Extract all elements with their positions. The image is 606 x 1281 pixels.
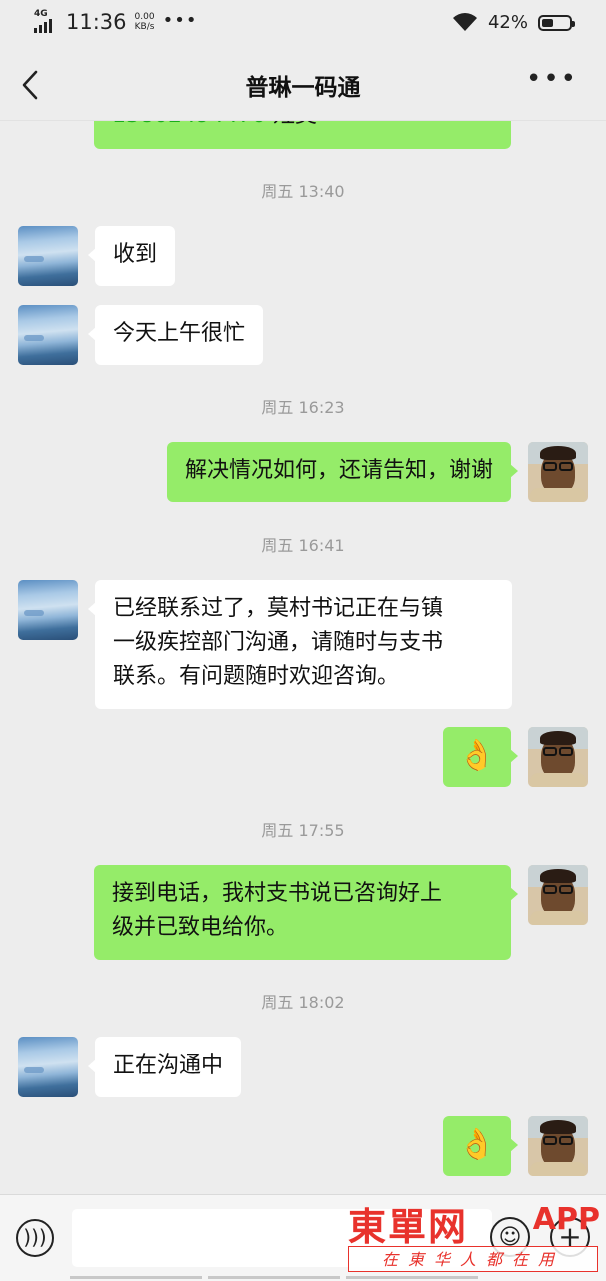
message-bubble-outgoing[interactable]: 解决情况如何，还请告知，谢谢 [166,442,519,502]
message-line: 联系。有问题随时欢迎咨询。 [113,664,400,689]
contact-avatar[interactable] [18,580,78,640]
timestamp: 周五 16:41 [261,536,345,555]
message-bubble-outgoing[interactable]: 接到电话，我村支书说已咨询好上 级并已致电给你。 [94,865,518,960]
more-options-icon[interactable]: ••• [526,64,578,94]
network-speed: 0.00 KB/s [134,12,155,32]
chat-area[interactable]: 13802494470 姓莫 周五 13:40 收到 今天上午很忙 周五 16:… [0,121,606,1194]
message-line: 级并已致电给你。 [112,915,289,940]
watermark-logo: 東單网 [348,1205,469,1249]
timestamp: 周五 18:02 [261,993,345,1012]
watermark-slogan: 在東华人都在用 [348,1246,598,1272]
chat-header: 普琳一码通 ••• [0,48,606,121]
battery-percent: 42% [487,12,528,33]
contact-avatar[interactable] [18,226,78,286]
network-type: 4G [34,9,48,19]
message-bubble-incoming[interactable]: 已经联系过了，莫村书记正在与镇 一级疾控部门沟通，请随时与支书 联系。有问题随时… [88,580,512,709]
chat-title: 普琳一码通 [245,75,361,101]
ok-hand-emoji-message[interactable]: 👌 [443,1116,518,1176]
message-line: 已经联系过了，莫村书记正在与镇 [113,596,444,621]
timestamp: 周五 17:55 [261,821,345,840]
message-line: 一级疾控部门沟通，请随时与支书 [113,630,444,655]
status-bar: 4G 11:36 0.00 KB/s ••• 42% [0,0,606,48]
voice-icon[interactable]: ))) [16,1219,54,1257]
message-line: 接到电话，我村支书说已咨询好上 [112,881,443,906]
user-avatar[interactable] [528,1116,588,1176]
wifi-icon [452,12,477,31]
user-avatar[interactable] [528,865,588,925]
partial-phone: 13802494470 [112,121,266,128]
timestamp: 周五 13:40 [261,182,345,201]
watermark: 東單网 APP 在東华人都在用 [348,1196,600,1278]
more-notifications-icon: ••• [162,9,198,31]
contact-avatar[interactable] [18,305,78,365]
message-bubble-incoming[interactable]: 今天上午很忙 [87,305,264,365]
status-time: 11:36 [66,10,127,34]
watermark-app: APP [532,1202,600,1237]
signal-icon: 4G [34,9,58,33]
partial-text: 姓莫 [273,121,317,128]
message-bubble-incoming[interactable]: 收到 [87,226,176,286]
message-bubble-incoming[interactable]: 正在沟通中 [87,1037,242,1097]
user-avatar[interactable] [528,442,588,502]
battery-icon [538,14,575,31]
timestamp: 周五 16:23 [261,398,345,417]
ok-hand-emoji-message[interactable]: 👌 [443,727,518,787]
contact-avatar[interactable] [18,1037,78,1097]
user-avatar[interactable] [528,727,588,787]
partial-message-bubble: 13802494470 姓莫 [94,121,511,149]
